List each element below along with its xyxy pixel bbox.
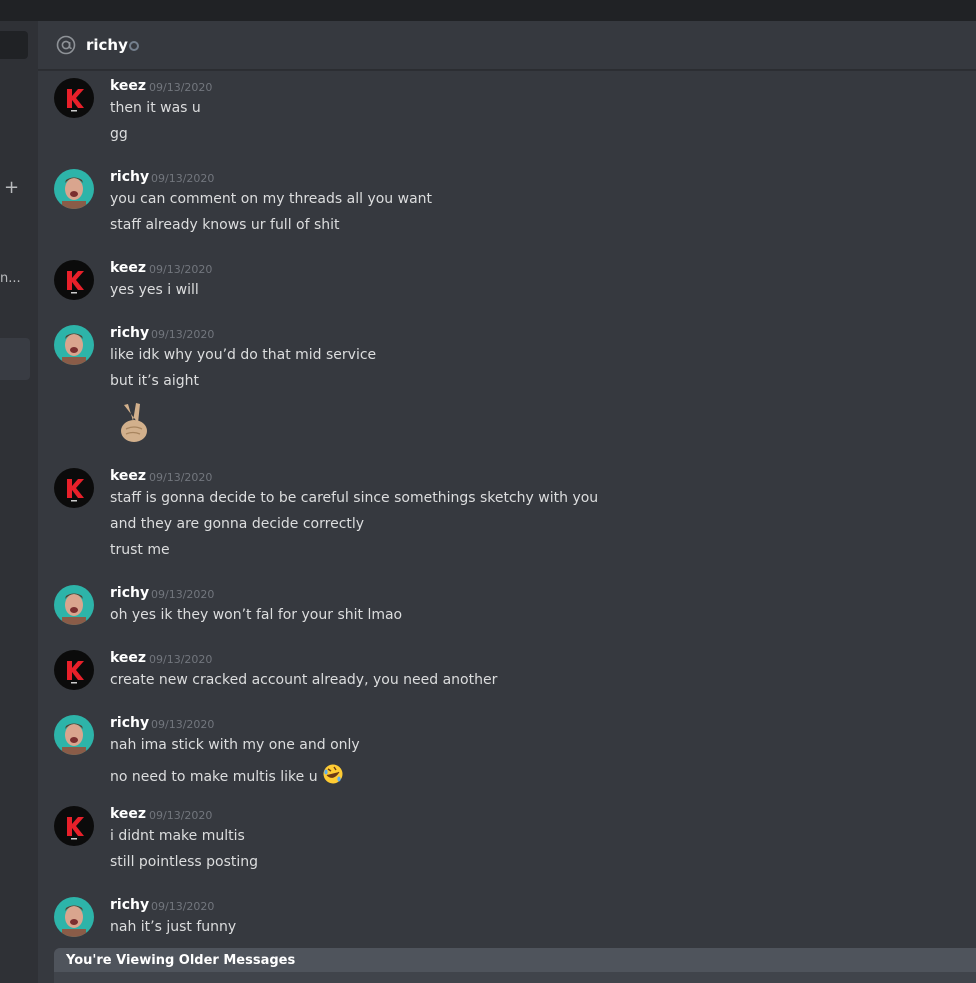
keez-avatar[interactable] xyxy=(54,260,94,300)
message-author[interactable]: keez xyxy=(110,468,146,484)
richy-avatar-photo xyxy=(62,593,86,625)
message-author[interactable]: richy xyxy=(110,325,149,341)
richy-avatar-photo xyxy=(62,723,86,755)
at-icon xyxy=(56,35,76,55)
keez-avatar[interactable] xyxy=(54,650,94,690)
message-text: then it was u xyxy=(110,100,201,116)
richy-avatar[interactable] xyxy=(54,325,94,365)
victory-hand-emoji xyxy=(121,403,147,442)
window-titlebar xyxy=(0,0,976,21)
message-author[interactable]: richy xyxy=(110,169,149,185)
message-text: nah ima stick with my one and only xyxy=(110,737,360,753)
sidebar-item-label[interactable]: n... xyxy=(0,271,21,286)
message-timestamp: 09/13/2020 xyxy=(151,588,215,601)
message-text: i didnt make multis xyxy=(110,828,245,844)
add-dm-button[interactable]: + xyxy=(4,178,19,198)
message-timestamp: 09/13/2020 xyxy=(151,328,215,341)
message-author[interactable]: richy xyxy=(110,715,149,731)
richy-avatar[interactable] xyxy=(54,585,94,625)
richy-avatar[interactable] xyxy=(54,715,94,755)
message-text: staff already knows ur full of shit xyxy=(110,217,340,233)
message-timestamp: 09/13/2020 xyxy=(149,81,213,94)
older-messages-banner[interactable]: You're Viewing Older Messages xyxy=(54,948,976,974)
page-title: richy xyxy=(86,36,128,54)
message-input-edge[interactable] xyxy=(54,972,976,983)
message-text: oh yes ik they won’t fal for your shit l… xyxy=(110,607,403,623)
dm-sidebar: + n... xyxy=(0,21,38,983)
richy-avatar-photo xyxy=(62,905,86,937)
keez-avatar-logo xyxy=(67,479,84,502)
message-timestamp: 09/13/2020 xyxy=(151,900,215,913)
message-timestamp: 09/13/2020 xyxy=(149,263,213,276)
sidebar-search-box[interactable] xyxy=(0,31,28,59)
richy-avatar[interactable] xyxy=(54,897,94,937)
message-author[interactable]: keez xyxy=(110,650,146,666)
message-author[interactable]: richy xyxy=(110,897,149,913)
keez-avatar[interactable] xyxy=(54,78,94,118)
message-timestamp: 09/13/2020 xyxy=(151,718,215,731)
message-author[interactable]: keez xyxy=(110,806,146,822)
sidebar-item-selected[interactable] xyxy=(0,338,30,380)
message-text: you can comment on my threads all you wa… xyxy=(110,191,433,207)
message-text: no need to make multis like u xyxy=(110,769,318,785)
message-text: nah it’s just funny xyxy=(110,919,237,935)
keez-avatar-logo xyxy=(67,89,84,112)
message-author[interactable]: keez xyxy=(110,78,146,94)
message-timestamp: 09/13/2020 xyxy=(149,471,213,484)
keez-avatar-logo xyxy=(67,661,84,684)
keez-avatar-logo xyxy=(67,817,84,840)
message-text: yes yes i will xyxy=(110,282,199,298)
message-timestamp: 09/13/2020 xyxy=(149,809,213,822)
keez-avatar-logo xyxy=(67,271,84,294)
keez-avatar[interactable] xyxy=(54,806,94,846)
older-messages-text: You're Viewing Older Messages xyxy=(66,953,296,968)
message-text: still pointless posting xyxy=(110,854,259,870)
message-text: trust me xyxy=(110,542,170,558)
message-timestamp: 09/13/2020 xyxy=(149,653,213,666)
message-text: gg xyxy=(110,126,128,142)
richy-avatar-photo xyxy=(62,177,86,209)
rofl-emoji xyxy=(323,764,343,784)
richy-avatar[interactable] xyxy=(54,169,94,209)
message-author[interactable]: richy xyxy=(110,585,149,601)
richy-avatar-photo xyxy=(62,333,86,365)
message-text: like idk why you’d do that mid service xyxy=(110,347,377,363)
message-text: create new cracked account already, you … xyxy=(110,672,498,688)
message-author[interactable]: keez xyxy=(110,260,146,276)
message-text: but it’s aight xyxy=(110,373,199,389)
message-text: staff is gonna decide to be careful sinc… xyxy=(110,490,599,506)
message-text: and they are gonna decide correctly xyxy=(110,516,365,532)
message-list[interactable]: keez 09/13/2020 then it was u gg richy 0… xyxy=(38,70,976,983)
channel-header: richy xyxy=(38,21,976,70)
message-text-with-emoji: no need to make multis like u xyxy=(110,763,344,785)
status-indicator xyxy=(129,41,139,51)
keez-avatar[interactable] xyxy=(54,468,94,508)
message-timestamp: 09/13/2020 xyxy=(151,172,215,185)
